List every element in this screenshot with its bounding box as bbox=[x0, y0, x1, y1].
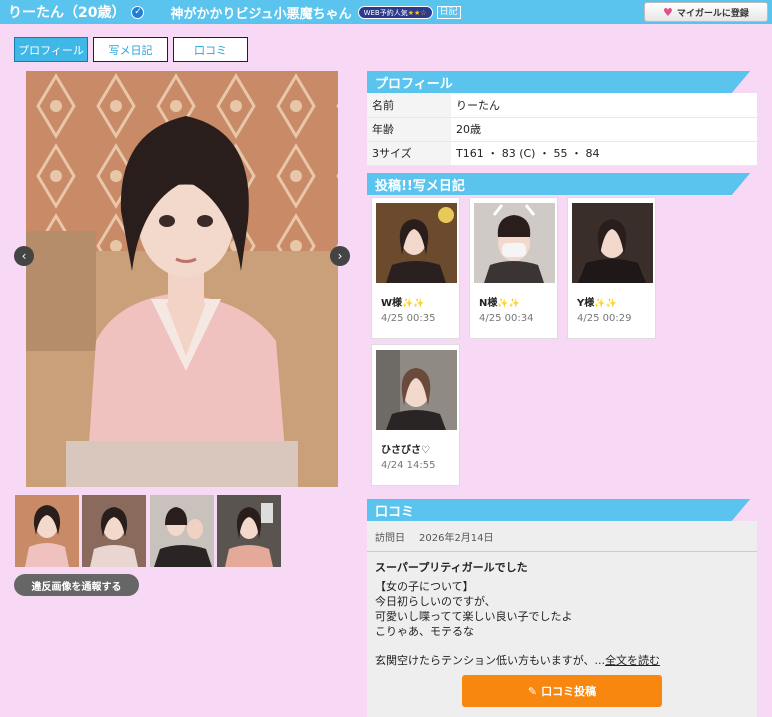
girl-name: りーたん（20歳） bbox=[8, 5, 126, 21]
diary-post-title: N様✨✨ bbox=[479, 294, 520, 309]
diary-post-name: Y様 bbox=[577, 298, 595, 309]
gallery-thumbnail[interactable] bbox=[217, 495, 281, 567]
profile-key: 3サイズ bbox=[367, 141, 451, 166]
diary-heading: 投稿!!写メ日記 bbox=[367, 173, 757, 195]
visit-date-row: 訪問日 2026年2月14日 bbox=[375, 529, 494, 544]
diary-post-name: W様 bbox=[381, 298, 403, 309]
mygirl-label: マイガールに登録 bbox=[676, 8, 749, 19]
thumbnail-image bbox=[15, 495, 79, 567]
diary-post-title: ひさびさ♡ bbox=[381, 441, 430, 456]
web-badge-label: WEB予約人気 bbox=[363, 8, 408, 17]
sparkle-icon: ✨✨ bbox=[594, 299, 617, 309]
review-body: 【女の子について】 今日初らしいのですが、 可愛いし喋ってて楽しい良い子でしたよ… bbox=[375, 579, 572, 639]
profile-value: 20歳 bbox=[451, 117, 757, 142]
diary-post-image bbox=[376, 203, 457, 283]
header-bar: りーたん（20歳） ✓ 神がかかりビジュ小悪魔ちゃん WEB予約人気★★☆ 日記… bbox=[0, 0, 772, 24]
diary-post-date: 4/25 00:35 bbox=[381, 313, 436, 324]
sparkle-icon: ✨✨ bbox=[402, 299, 425, 309]
mygirl-register-button[interactable]: ♥ マイガールに登録 bbox=[644, 2, 768, 22]
review-title: スーパープリティガールでした bbox=[375, 561, 528, 574]
post-review-button[interactable]: ✎ 口コミ投稿 bbox=[462, 675, 662, 707]
profile-row: 名前 りーたん bbox=[367, 93, 757, 118]
rating-stars: ★★☆ bbox=[407, 8, 427, 17]
diary-post-card[interactable]: N様✨✨ 4/25 00:34 bbox=[469, 197, 558, 339]
review-line: 【女の子について】 bbox=[375, 580, 474, 593]
diary-post-date: 4/24 14:55 bbox=[381, 460, 436, 471]
main-photo[interactable] bbox=[26, 71, 338, 487]
diary-post-date: 4/25 00:34 bbox=[479, 313, 534, 324]
diary-badge: 日記 bbox=[436, 5, 461, 19]
gallery-thumbnail[interactable] bbox=[82, 495, 146, 567]
gallery-prev-button[interactable]: ‹ bbox=[14, 246, 34, 266]
diary-post-image bbox=[376, 350, 457, 430]
thumbnail-image bbox=[217, 495, 281, 567]
divider bbox=[367, 551, 757, 552]
diary-post-image bbox=[474, 203, 555, 283]
profile-heading-text: プロフィール bbox=[375, 76, 453, 92]
report-image-button[interactable]: 違反画像を通報する bbox=[14, 574, 139, 596]
tab-profile[interactable]: プロフィール bbox=[14, 37, 88, 62]
visit-date-value: 2026年2月14日 bbox=[419, 533, 494, 544]
diary-post-date: 4/25 00:29 bbox=[577, 313, 632, 324]
diary-post-title: Y様✨✨ bbox=[577, 294, 617, 309]
diary-post-name: ひさびさ♡ bbox=[381, 445, 430, 456]
diary-post-image bbox=[572, 203, 653, 283]
sparkle-icon: ✨✨ bbox=[497, 299, 520, 309]
review-box: 訪問日 2026年2月14日 スーパープリティガールでした 【女の子について】 今… bbox=[367, 521, 757, 717]
diary-post-title: W様✨✨ bbox=[381, 294, 424, 309]
review-line: 可愛いし喋ってて楽しい良い子でしたよ bbox=[375, 610, 573, 623]
profile-value: りーたん bbox=[451, 93, 757, 118]
post-review-label: 口コミ投稿 bbox=[541, 685, 597, 698]
profile-table: 名前 りーたん 年齢 20歳 3サイズ T161 ・ 83 (C) ・ 55 ・ 84 bbox=[367, 93, 757, 166]
profile-heading: プロフィール bbox=[367, 71, 757, 93]
web-reservation-badge: WEB予約人気★★☆ bbox=[357, 5, 433, 19]
diary-post-card[interactable]: W様✨✨ 4/25 00:35 bbox=[371, 197, 460, 339]
diary-post-card[interactable]: ひさびさ♡ 4/24 14:55 bbox=[371, 344, 460, 486]
review-excerpt: 玄関空けたらテンション低い方もいますが、...全文を読む bbox=[375, 652, 660, 668]
diary-post-card[interactable]: Y様✨✨ 4/25 00:29 bbox=[567, 197, 656, 339]
diary-post-name: N様 bbox=[479, 298, 498, 309]
diary-heading-text: 投稿!!写メ日記 bbox=[375, 178, 465, 194]
review-line: こりゃあ、モテるな bbox=[375, 625, 474, 638]
gallery-thumbnail[interactable] bbox=[15, 495, 79, 567]
thumbnail-image bbox=[150, 495, 214, 567]
visit-date-label: 訪問日 bbox=[375, 533, 405, 544]
main-photo-image bbox=[26, 71, 338, 487]
tab-reviews[interactable]: 口コミ bbox=[173, 37, 248, 62]
review-heading: 口コミ bbox=[367, 499, 757, 521]
profile-row: 3サイズ T161 ・ 83 (C) ・ 55 ・ 84 bbox=[367, 141, 757, 166]
review-line: 今日初らしいのですが、 bbox=[375, 595, 496, 608]
review-excerpt-text: 玄関空けたらテンション低い方もいますが、... bbox=[375, 654, 606, 667]
profile-key: 名前 bbox=[367, 93, 451, 118]
gallery-thumbnail[interactable] bbox=[150, 495, 214, 567]
gallery-next-button[interactable]: › bbox=[330, 246, 350, 266]
profile-value: T161 ・ 83 (C) ・ 55 ・ 84 bbox=[451, 141, 757, 166]
pencil-icon: ✎ bbox=[527, 684, 538, 698]
review-heading-text: 口コミ bbox=[375, 504, 415, 520]
thumbnail-image bbox=[82, 495, 146, 567]
profile-row: 年齢 20歳 bbox=[367, 117, 757, 142]
heart-icon: ♥ bbox=[663, 5, 673, 19]
tab-photo-diary[interactable]: 写メ日記 bbox=[93, 37, 168, 62]
profile-key: 年齢 bbox=[367, 117, 451, 142]
read-more-link[interactable]: 全文を読む bbox=[605, 654, 660, 667]
shop-catchphrase: 神がかかりビジュ小悪魔ちゃん bbox=[170, 6, 352, 22]
verified-check-icon: ✓ bbox=[131, 5, 145, 19]
